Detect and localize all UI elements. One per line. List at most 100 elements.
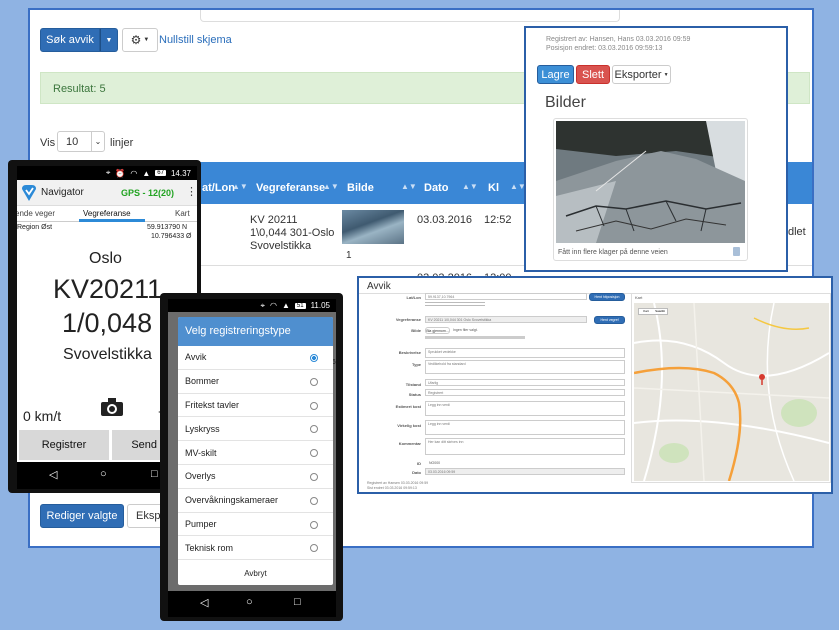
- option-label: MV-skilt: [185, 447, 217, 458]
- map-panel: Kart Kart Satellitt: [631, 293, 831, 483]
- deviation-form-window: Avvik Lat/Lon 59.9137,10.7964 Hent hitpo…: [357, 276, 833, 494]
- search-deviations-button[interactable]: Søk avvik: [40, 28, 100, 52]
- option-overlys[interactable]: Overlys: [178, 465, 333, 489]
- estimated-cost-input[interactable]: Legg inn verdi: [425, 401, 625, 416]
- get-position-button[interactable]: Hent hitposisjon: [589, 293, 625, 301]
- col-vegreferanse[interactable]: Vegreferanse: [256, 182, 325, 194]
- delete-button[interactable]: Slett: [576, 65, 610, 84]
- reset-form-link[interactable]: Nullstill skjema: [159, 34, 232, 46]
- export-dropdown-button[interactable]: Eksporter ▼: [612, 65, 671, 84]
- footer-changed: Sist endret 03.03.2016 09:59:13: [367, 486, 417, 490]
- register-button[interactable]: Registrer: [19, 430, 109, 460]
- option-teknisk-rom[interactable]: Teknisk rom: [178, 536, 333, 561]
- home-icon[interactable]: ○: [246, 596, 253, 608]
- edit-selected-button[interactable]: Rediger valgte: [40, 504, 124, 528]
- registration-type-dialog: Velg registreringstype Avvik Bommer Frit…: [178, 317, 333, 585]
- label-id: ID: [417, 461, 421, 466]
- option-label: Teknisk rom: [185, 542, 234, 553]
- real-cost-input[interactable]: Legg inn verdi: [425, 420, 625, 435]
- alarm-icon: ⏰: [115, 168, 126, 178]
- chevron-down-icon: ⌄: [91, 132, 104, 151]
- cancel-button[interactable]: Avbryt: [178, 563, 333, 583]
- tab-nearby-roads[interactable]: ende veger: [17, 209, 55, 218]
- label-bilde: Bilde: [411, 328, 421, 333]
- status-select[interactable]: Registrert: [425, 389, 625, 396]
- latlon-input[interactable]: 59.9137,10.7964: [425, 293, 587, 300]
- latitude-text: 59.913790 N: [147, 224, 188, 231]
- sort-icon: ▲▼: [401, 182, 417, 191]
- map-tab[interactable]: Kart: [635, 295, 642, 300]
- map-type-satellite[interactable]: Satellitt: [653, 309, 667, 314]
- sort-icon: ▲▼: [323, 182, 339, 191]
- comment-input[interactable]: Her kan ditt skrives inn: [425, 438, 625, 455]
- option-mv-skilt[interactable]: MV-skilt: [178, 441, 333, 465]
- top-search-field[interactable]: [200, 10, 620, 22]
- radio-icon: [310, 449, 318, 458]
- vegref-input[interactable]: KV 20211 1\0,044 301 Oslo Svovelstikka: [425, 316, 587, 323]
- map-view[interactable]: [634, 303, 829, 481]
- radio-icon: [310, 377, 318, 386]
- state-select[interactable]: Ufarlig: [425, 379, 625, 386]
- recents-icon[interactable]: □: [151, 468, 158, 480]
- back-icon[interactable]: ◁: [49, 468, 57, 481]
- option-bommer[interactable]: Bommer: [178, 370, 333, 394]
- recents-icon[interactable]: □: [294, 596, 301, 608]
- option-overvakningskameraer[interactable]: Overvåkningskameraer: [178, 489, 333, 513]
- label-kommentar: Kommentar: [398, 441, 421, 446]
- back-icon[interactable]: ◁: [200, 596, 208, 609]
- col-bilde[interactable]: Bilde: [347, 182, 374, 194]
- clock-text: 14.37: [170, 168, 191, 178]
- page-size-select[interactable]: 10 ⌄: [57, 131, 105, 152]
- road-crack-photo[interactable]: [556, 121, 745, 243]
- search-dropdown-toggle[interactable]: ▼: [100, 28, 118, 52]
- option-avvik[interactable]: Avvik: [178, 346, 333, 370]
- save-button[interactable]: Lagre: [537, 65, 574, 84]
- road-section: 1/0,048: [62, 308, 153, 338]
- phone-screen: ⌖ ◠ ▲ 51 11.05 46 Velg registreringstype…: [168, 299, 336, 617]
- signal-icon: ▲: [142, 168, 151, 178]
- map-type-toggle[interactable]: Kart Satellitt: [638, 308, 668, 315]
- wifi-icon: ◠: [269, 301, 277, 310]
- description-input[interactable]: Sprukket vedekke: [425, 348, 625, 358]
- sort-icon: ▲▼: [232, 182, 248, 191]
- settings-button[interactable]: ⚙ ▼: [122, 28, 158, 52]
- option-label: Pumper: [185, 518, 217, 529]
- speed-text: 0 km/t: [23, 408, 62, 424]
- get-vegref-button[interactable]: Hent vegref: [594, 316, 625, 324]
- export-label: Eksporter: [614, 68, 662, 81]
- map-type-map[interactable]: Kart: [639, 309, 653, 314]
- option-label: Lyskryss: [185, 423, 220, 434]
- trash-icon[interactable]: [733, 247, 740, 256]
- col-latlon[interactable]: at/Lon: [202, 182, 235, 194]
- option-pumper[interactable]: Pumper: [178, 513, 333, 537]
- radio-icon: [310, 401, 318, 410]
- no-file-text: Ingen filer valgt.: [453, 328, 478, 332]
- tab-vegreferanse[interactable]: Vegreferanse: [83, 209, 131, 218]
- page-size-value: 10: [66, 135, 79, 148]
- option-fritekst-tavler[interactable]: Fritekst tavler: [178, 394, 333, 418]
- label-beskrivelse: Beskrivelse: [398, 350, 421, 355]
- label-type: Type: [411, 362, 421, 367]
- sort-icon: ▲▼: [462, 182, 478, 191]
- battery-icon: 51: [294, 302, 306, 309]
- type-input[interactable]: Vedlikehold fra standard: [425, 360, 625, 374]
- overflow-menu-icon[interactable]: ⋮: [186, 185, 197, 198]
- browse-file-button[interactable]: Bla gjennom...: [425, 327, 450, 334]
- label-vegreferanse: Vegreferanse: [395, 317, 421, 322]
- option-label: Fritekst tavler: [185, 399, 240, 410]
- date-input[interactable]: 03.03.2016 09:59: [425, 468, 625, 475]
- camera-icon[interactable]: [101, 398, 123, 416]
- active-tab-indicator: [79, 219, 145, 222]
- region-text: Region Øst: [17, 224, 53, 231]
- row-thumbnail[interactable]: [342, 210, 404, 244]
- longitude-text: 10.796433 Ø: [151, 233, 192, 240]
- photo-panel: Registrert av: Hansen, Hans 03.03.2016 0…: [524, 26, 788, 272]
- option-lyskryss[interactable]: Lyskryss: [178, 417, 333, 442]
- street-name: Svovelstikka: [63, 346, 152, 363]
- radio-icon: [310, 496, 318, 505]
- home-icon[interactable]: ○: [100, 468, 107, 480]
- footer-registered: Registrert av Hansen 03.03.2016 09:59: [367, 481, 429, 485]
- col-dato[interactable]: Dato: [424, 182, 448, 194]
- col-kl[interactable]: Kl: [488, 182, 499, 194]
- tab-kart[interactable]: Kart: [175, 209, 190, 218]
